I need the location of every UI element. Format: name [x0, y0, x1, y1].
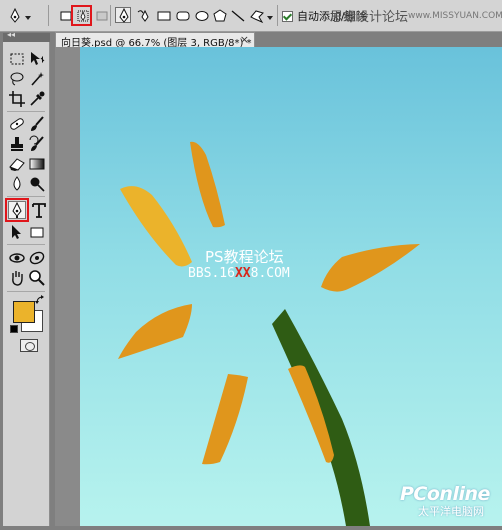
healing-brush-icon[interactable] — [8, 115, 26, 133]
eraser-tool-icon[interactable] — [8, 155, 26, 173]
divider — [7, 291, 45, 292]
pconline-logo: PConline 太平洋电脑网 — [400, 483, 490, 519]
sky-background — [80, 47, 502, 526]
logo-sub-text: 太平洋电脑网 — [418, 505, 484, 518]
brush-tool-icon[interactable] — [28, 115, 46, 133]
rounded-rectangle-icon[interactable] — [174, 7, 190, 23]
polygon-shape-icon[interactable] — [211, 7, 227, 23]
zoom-tool-icon[interactable] — [28, 269, 46, 287]
document-tab[interactable]: 向日葵.psd @ 66.7% (图层 3, RGB/8*) * × — [55, 32, 255, 49]
tools-panel: ◂◂ — [3, 30, 50, 526]
path-selection-icon[interactable] — [8, 223, 26, 241]
forum-url-highlight: XX — [234, 266, 251, 281]
blur-tool-icon[interactable] — [8, 175, 26, 193]
tools-panel-header[interactable]: ◂◂ — [3, 30, 50, 42]
lasso-tool-icon[interactable] — [8, 70, 26, 88]
forum-url-watermark: BBS.16XX8.COM — [188, 266, 290, 281]
divider — [110, 5, 111, 26]
paths-mode-highlight — [71, 5, 92, 26]
checkbox-checked-icon[interactable] — [282, 10, 293, 22]
shape-dropdown-arrow-icon[interactable] — [265, 13, 273, 21]
quick-mask-icon[interactable] — [20, 339, 38, 352]
collapse-icon[interactable]: ◂◂ — [7, 30, 15, 39]
magic-wand-icon[interactable] — [28, 70, 46, 88]
swap-colors-icon[interactable] — [35, 295, 45, 305]
crop-tool-icon[interactable] — [8, 90, 26, 108]
rectangle-tool-icon[interactable] — [28, 223, 46, 241]
rectangle-shape-icon[interactable] — [155, 7, 171, 23]
forum-url-prefix: BBS.16 — [188, 266, 235, 281]
logo-main-text: PConline — [400, 483, 490, 505]
ellipse-shape-icon[interactable] — [193, 7, 209, 23]
pen-preset-icon[interactable] — [6, 7, 22, 23]
default-colors-icon[interactable] — [10, 325, 18, 333]
fill-pixels-button[interactable] — [93, 7, 109, 23]
dodge-tool-icon[interactable] — [28, 175, 46, 193]
rectangular-marquee-icon[interactable] — [8, 50, 26, 68]
line-shape-icon[interactable] — [229, 7, 245, 23]
3d-orbit-icon[interactable] — [28, 249, 46, 267]
type-tool-icon[interactable] — [30, 201, 48, 219]
options-bar: 自动添加/删除 思缘设计论坛 www.MISSYUAN.COM — [0, 0, 502, 32]
clone-stamp-icon[interactable] — [8, 135, 26, 153]
divider — [48, 5, 49, 26]
hand-tool-icon[interactable] — [8, 269, 26, 287]
gradient-tool-icon[interactable] — [28, 155, 46, 173]
forum-watermark: PS教程论坛 — [205, 248, 284, 266]
site-watermark: 思缘设计论坛 — [330, 10, 409, 25]
divider — [277, 5, 278, 26]
eyedropper-icon[interactable] — [28, 90, 46, 108]
divider — [7, 196, 45, 197]
custom-shape-icon[interactable] — [248, 7, 264, 24]
divider — [7, 244, 45, 245]
document-canvas[interactable] — [80, 47, 502, 526]
freeform-pen-icon[interactable] — [135, 7, 151, 23]
site-watermark-url: www.MISSYUAN.COM — [408, 11, 502, 21]
3d-rotate-icon[interactable] — [8, 249, 26, 267]
divider — [7, 111, 45, 112]
pen-option-icon[interactable] — [115, 7, 131, 23]
pen-tool-highlight — [5, 198, 29, 222]
preset-dropdown-arrow-icon[interactable] — [23, 13, 31, 21]
foreground-color-swatch[interactable] — [13, 301, 35, 323]
forum-url-suffix: 8.COM — [250, 266, 290, 281]
close-tab-icon[interactable]: × — [240, 33, 249, 46]
history-brush-icon[interactable] — [28, 135, 46, 153]
move-tool-icon[interactable] — [28, 50, 46, 68]
